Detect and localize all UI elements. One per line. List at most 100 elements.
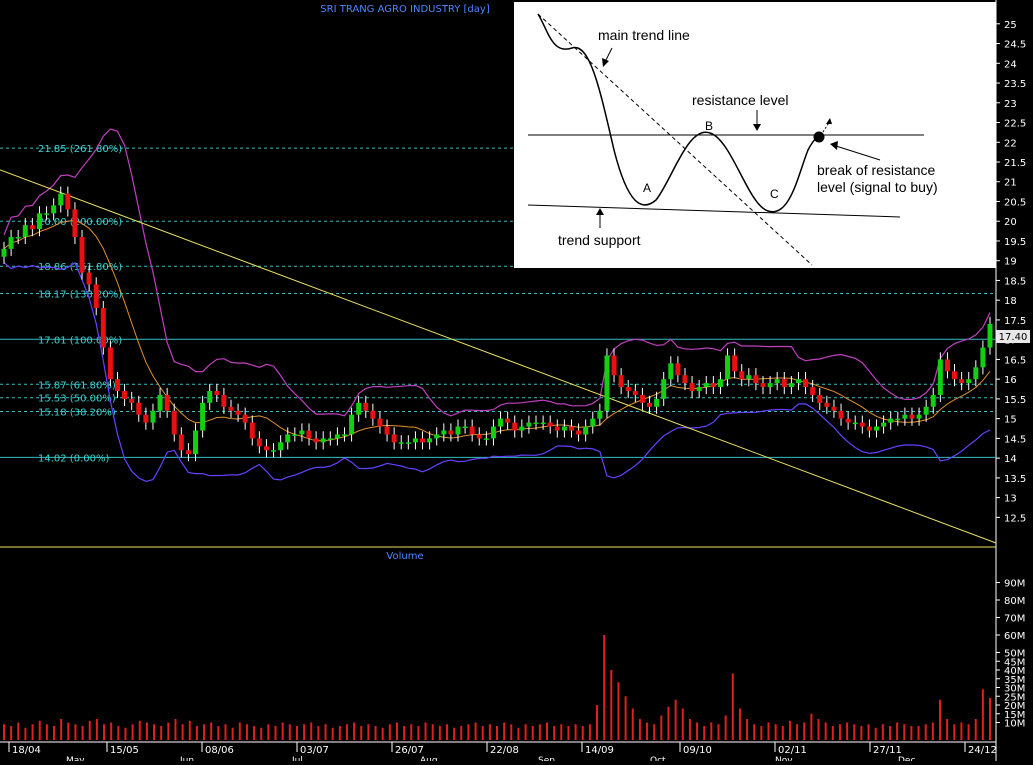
last-price-tag: 17.40 (996, 330, 1030, 343)
candle-body (44, 213, 50, 215)
candle-body (689, 383, 695, 392)
candle-body (271, 450, 277, 452)
month-label: Nov (775, 756, 793, 761)
candle-body (498, 418, 504, 427)
candle-body (79, 237, 85, 273)
candle-body (384, 426, 390, 435)
candle-body (874, 426, 880, 431)
candle-body (561, 426, 567, 431)
date-label: 08/06 (205, 745, 234, 756)
candle-body (129, 398, 135, 403)
last-price-value: 17.40 (999, 332, 1028, 343)
candle-body (285, 434, 291, 443)
candle-body (242, 414, 248, 423)
date-label: 26/07 (395, 745, 424, 756)
candle-body (611, 355, 617, 376)
price-tick-label: 19 (1004, 257, 1017, 268)
fib-label: 15.18 (38.20%) (38, 408, 116, 419)
candle-body (107, 347, 113, 380)
candle-body (959, 379, 965, 384)
fib-label: 15.87 (61.80%) (38, 380, 116, 391)
pattern-inset: main trend line resistance level B A C b… (514, 2, 996, 268)
candle-body (859, 422, 865, 427)
candle-body (441, 430, 447, 435)
price-tick-label: 17.5 (1004, 316, 1026, 327)
candle-body (739, 371, 745, 380)
inset-trend-support-label: trend support (558, 232, 641, 248)
volume-tick-label: 80M (1004, 596, 1025, 607)
candle-body (334, 434, 340, 439)
price-tick-label: 24 (1004, 59, 1017, 70)
candle-body (299, 430, 305, 435)
candle-body (916, 414, 922, 419)
candle-body (356, 402, 362, 415)
date-label: 03/07 (300, 745, 329, 756)
candle-body (597, 410, 603, 419)
candle-body (36, 213, 42, 230)
price-tick-label: 21.5 (1004, 158, 1026, 169)
candle-body (923, 406, 929, 415)
candle-body (15, 237, 21, 239)
candle-body (590, 418, 596, 427)
candle-body (455, 426, 461, 435)
price-tick-label: 21 (1004, 178, 1017, 189)
candle-body (114, 379, 120, 392)
candle-body (973, 367, 979, 380)
candle-body (405, 442, 411, 444)
candle-body (100, 308, 106, 348)
date-label: 02/11 (778, 745, 807, 756)
candle-body (547, 422, 553, 427)
month-label: Oct (650, 756, 666, 761)
candle-body (866, 426, 872, 431)
candle-body (803, 379, 809, 388)
price-tick-label: 23 (1004, 99, 1017, 110)
candle (937, 352, 943, 403)
candle-body (717, 379, 723, 388)
candle-body (8, 237, 14, 249)
price-tick-label: 15 (1004, 415, 1017, 426)
candle-body (668, 363, 674, 380)
candle-body (831, 406, 837, 411)
candle-body (86, 272, 92, 285)
candle-body (512, 422, 518, 431)
price-tick-label: 23.5 (1004, 79, 1026, 90)
candle-body (654, 398, 660, 407)
candle-body (526, 422, 532, 427)
month-label: May (66, 756, 85, 761)
price-tick-label: 14 (1004, 454, 1017, 465)
candle-body (434, 434, 440, 439)
candle-body (341, 434, 347, 436)
price-tick-label: 20.5 (1004, 197, 1026, 208)
month-label: Jun (179, 756, 194, 761)
candle-body (519, 426, 525, 431)
candle-body (391, 434, 397, 443)
candle-body (632, 391, 638, 395)
candle-body (490, 426, 496, 439)
inset-resistance-label: resistance level (692, 92, 789, 108)
candle-body (327, 438, 333, 440)
candle-body (625, 387, 631, 392)
candle-body (881, 422, 887, 427)
candle-body (937, 359, 943, 395)
candle-body (810, 387, 816, 395)
candle-body (987, 323, 993, 348)
date-label: 22/08 (490, 745, 519, 756)
candle-body (171, 410, 177, 435)
candle-body (682, 375, 688, 384)
candle-body (462, 426, 468, 429)
candle-body (483, 438, 489, 440)
candle-body (604, 355, 610, 411)
candle-body (398, 442, 404, 444)
date-label: 27/11 (873, 745, 902, 756)
candle-body (1, 248, 7, 257)
candle-body (249, 422, 255, 439)
candle-body (256, 438, 262, 447)
candle-body (185, 450, 191, 455)
volume-label: Volume (386, 551, 423, 562)
candle-body (235, 410, 241, 415)
month-label: Sep (538, 756, 555, 761)
candle-body (618, 375, 624, 388)
fib-label: 14.02 (0.00%) (38, 453, 109, 464)
candle-body (420, 438, 426, 443)
candle-body (817, 394, 823, 403)
